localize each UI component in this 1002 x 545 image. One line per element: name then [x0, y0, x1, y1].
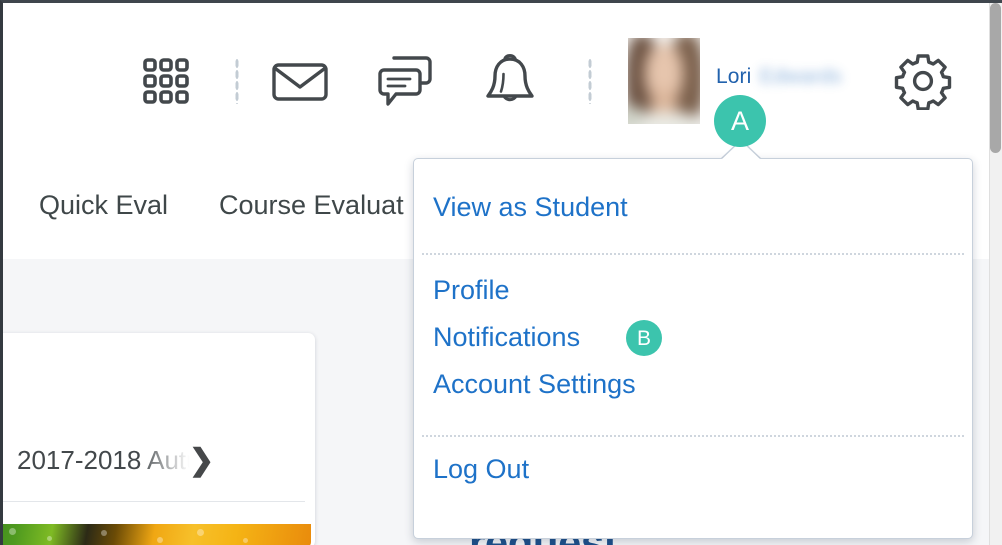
vertical-scrollbar-track[interactable] — [989, 3, 1002, 545]
divider-dots-right — [588, 58, 592, 104]
gear-icon[interactable] — [891, 49, 955, 113]
avatar-photo — [628, 38, 700, 124]
user-menu-dropdown: View as Student Profile Notifications Ac… — [413, 158, 973, 539]
course-card-title-row: 2017-2018 Autumn ❯ — [3, 429, 315, 491]
course-card-divider — [3, 501, 305, 502]
page-header: Lori Edwards — [3, 3, 1002, 155]
course-card[interactable]: 2017-2018 Autumn ❯ — [3, 333, 315, 545]
callout-badge-a: A — [714, 95, 766, 147]
course-card-title: 2017-2018 Autumn — [17, 444, 213, 475]
divider-dots-left — [235, 58, 239, 104]
menu-item-account-settings[interactable]: Account Settings — [433, 369, 636, 400]
waffle-menu-icon[interactable] — [134, 49, 198, 113]
course-card-image — [3, 524, 311, 545]
nav-item-quick-eval[interactable]: Quick Eval — [39, 190, 168, 221]
user-name[interactable]: Lori Edwards — [716, 65, 842, 89]
chevron-right-icon[interactable]: ❯ — [189, 443, 214, 478]
avatar[interactable] — [628, 38, 700, 124]
screenshot-root: Lori Edwards Quick Eval Course Evaluat 20… — [0, 0, 1002, 545]
menu-separator-2 — [422, 435, 964, 437]
user-first-name: Lori — [716, 65, 752, 88]
bell-icon[interactable] — [478, 49, 542, 113]
menu-item-notifications[interactable]: Notifications — [433, 322, 580, 353]
chat-bubbles-icon[interactable] — [373, 49, 437, 113]
callout-badge-b: B — [626, 320, 662, 356]
user-last-name-redacted: Edwards — [759, 65, 842, 88]
header-icon-row: Lori Edwards — [3, 3, 1002, 153]
menu-separator-1 — [422, 253, 964, 255]
menu-item-profile[interactable]: Profile — [433, 275, 510, 306]
menu-item-view-as-student[interactable]: View as Student — [433, 192, 628, 223]
envelope-icon[interactable] — [268, 49, 332, 113]
menu-item-log-out[interactable]: Log Out — [433, 454, 529, 485]
vertical-scrollbar-thumb[interactable] — [990, 3, 1001, 153]
nav-item-course-evaluation[interactable]: Course Evaluat — [219, 190, 404, 221]
